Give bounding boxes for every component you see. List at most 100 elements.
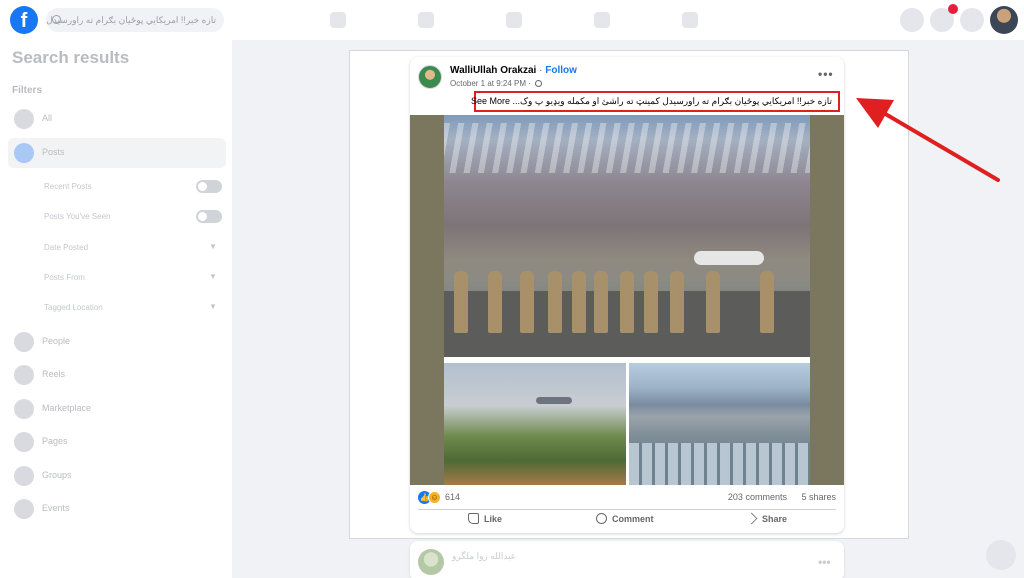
caption-highlight-box: تازه خبر!! امریکایي پوځیان بګرام ته راور… (471, 91, 840, 112)
cargo-jet (536, 397, 572, 404)
soldier-figure (572, 271, 586, 333)
sidebar-item-label: Pages (42, 436, 68, 446)
sidebar-item-groups[interactable]: Groups (8, 461, 226, 491)
timestamp-separator: · (528, 79, 531, 88)
sidebar-item-label: All (42, 113, 53, 123)
aircraft (694, 251, 764, 265)
reels-icon (14, 365, 34, 385)
like-label: Like (484, 514, 503, 524)
marketplace-icon (14, 399, 34, 419)
events-icon (14, 499, 34, 519)
account-avatar[interactable] (990, 6, 1018, 34)
facebook-logo-icon[interactable]: f (10, 6, 38, 34)
sidebar-item-posts[interactable]: Posts (8, 138, 226, 168)
soldiers-on-airfield-image[interactable] (444, 115, 810, 357)
recent-posts-toggle[interactable] (196, 180, 222, 193)
chevron-down-icon[interactable]: ▼ (209, 272, 217, 281)
sidebar-item-marketplace[interactable]: Marketplace (8, 394, 226, 424)
gaming-icon[interactable] (682, 12, 698, 28)
notifications-bell-icon[interactable] (960, 8, 984, 32)
search-icon (52, 15, 61, 24)
haha-reaction-icon: ☺ (428, 491, 441, 504)
soldier-figure (760, 271, 774, 333)
next-post-card: عبدالله زوا ملگرو ••• (410, 541, 844, 578)
soldier-figure (644, 271, 658, 333)
post-header: WalliUllah Orakzai · Follow (450, 65, 577, 76)
share-icon (745, 512, 758, 525)
home-icon[interactable] (330, 12, 346, 28)
post-card: WalliUllah Orakzai · Follow October 1 at… (410, 57, 844, 533)
sidebar-item-label: Groups (42, 470, 72, 480)
sidebar-item-people[interactable]: People (8, 327, 226, 357)
people-icon (14, 332, 34, 352)
globe-icon (535, 80, 543, 87)
sidebar-item-label: Events (42, 503, 70, 513)
notification-badge (948, 4, 958, 14)
chevron-down-icon[interactable]: ▼ (209, 302, 217, 311)
sidebar-item-label: Reels (42, 369, 66, 379)
top-navigation-bar: f تازه خبر!! امریکایي پوځیان بګرام ته را… (0, 0, 1024, 40)
menu-grid-icon[interactable] (900, 8, 924, 32)
soldier-figure (520, 271, 534, 333)
see-more-link[interactable]: See More (471, 96, 510, 106)
cargo-plane-image[interactable] (444, 363, 626, 485)
soldier-figure (488, 271, 502, 333)
friends-icon[interactable] (418, 12, 434, 28)
post-timestamp-row: October 1 at 9:24 PM · (450, 79, 543, 88)
pages-icon (14, 432, 34, 452)
filter-tagged-location[interactable]: Tagged Location (44, 303, 103, 312)
sidebar-item-all[interactable]: All (8, 104, 226, 134)
sidebar-title: Search results (12, 48, 130, 67)
post-media[interactable] (410, 115, 844, 485)
posts-icon (14, 143, 34, 163)
filters-heading: Filters (12, 85, 43, 96)
share-button[interactable]: Share (745, 512, 788, 529)
sidebar-item-reels[interactable]: Reels (8, 360, 226, 390)
comments-count[interactable]: 203 comments (728, 492, 787, 502)
search-results-sidebar: Search results Filters All Posts Recent … (0, 40, 232, 578)
soldier-figure (670, 271, 684, 333)
caption-text: تازه خبر!! امریکایي پوځیان بګرام ته راور… (512, 96, 833, 106)
soldier-figure (706, 271, 720, 333)
search-input[interactable]: تازه خبر!! امریکایي پوځیان بګرام ته راور… (46, 8, 224, 32)
comment-button[interactable]: Comment (596, 513, 654, 529)
filter-posts-seen-label: Posts You've Seen (44, 212, 111, 221)
soldier-figure (548, 271, 562, 333)
post-caption: تازه خبر!! امریکایي پوځیان بګرام ته راور… (471, 96, 832, 107)
more-options-button[interactable]: ••• (818, 67, 834, 81)
sidebar-item-label: Posts (42, 147, 65, 157)
filter-recent-posts-label: Recent Posts (44, 182, 92, 191)
header-separator: · (539, 65, 543, 76)
engagement-stats: 203 comments 5 shares (728, 492, 836, 502)
author-name[interactable]: WalliUllah Orakzai (450, 65, 536, 76)
next-post-avatar[interactable] (418, 549, 444, 575)
author-avatar[interactable] (418, 65, 442, 89)
new-message-icon[interactable] (986, 540, 1016, 570)
chevron-down-icon[interactable]: ▼ (209, 242, 217, 251)
sidebar-item-label: People (42, 336, 71, 346)
filter-date-posted[interactable]: Date Posted (44, 243, 88, 252)
groups-icon (14, 466, 34, 486)
soldier-figure (594, 271, 608, 333)
reaction-count[interactable]: 614 (445, 492, 460, 502)
all-icon (14, 109, 34, 129)
camp-tents (629, 443, 810, 485)
marketplace-icon[interactable] (594, 12, 610, 28)
share-label: Share (762, 514, 788, 524)
more-options-button[interactable]: ••• (818, 555, 831, 569)
filter-posts-from[interactable]: Posts From (44, 273, 85, 282)
sidebar-item-pages[interactable]: Pages (8, 427, 226, 457)
next-post-author[interactable]: عبدالله زوا ملگرو (452, 551, 516, 562)
like-button[interactable]: Like (468, 513, 502, 529)
posts-seen-toggle[interactable] (196, 210, 222, 223)
post-timestamp[interactable]: October 1 at 9:24 PM (450, 79, 526, 88)
follow-button[interactable]: Follow (545, 65, 577, 76)
shares-count[interactable]: 5 shares (801, 492, 836, 502)
base-camp-image[interactable] (629, 363, 810, 485)
search-query-text: تازه خبر!! امریکایي پوځیان بګرام ته راور… (46, 15, 216, 25)
soldier-figure (620, 271, 634, 333)
sidebar-item-events[interactable]: Events (8, 494, 226, 524)
comment-label: Comment (612, 514, 654, 524)
comment-icon (596, 513, 607, 524)
watch-icon[interactable] (506, 12, 522, 28)
